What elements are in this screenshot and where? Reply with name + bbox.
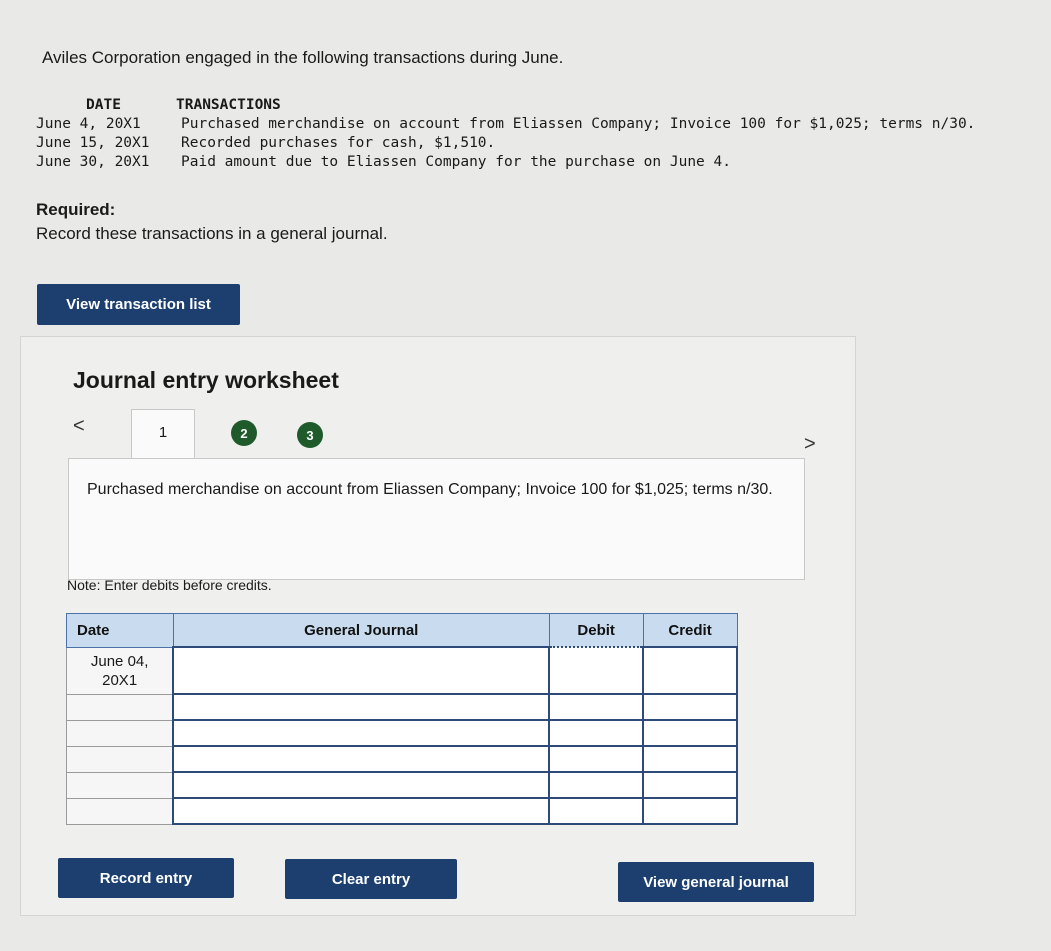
credit-input[interactable] xyxy=(642,745,738,773)
transaction-row: June 15, 20X1 Recorded purchases for cas… xyxy=(36,134,975,153)
debit-input[interactable] xyxy=(548,646,645,695)
account-input[interactable] xyxy=(172,745,551,773)
date-cell xyxy=(66,719,174,747)
date-cell xyxy=(66,745,174,773)
table-row: June 04, 20X1 xyxy=(66,646,738,695)
debit-input[interactable] xyxy=(548,771,645,799)
debit-input[interactable] xyxy=(548,745,645,773)
debit-input[interactable] xyxy=(548,797,645,825)
table-row xyxy=(66,745,738,773)
date-cell xyxy=(66,693,174,721)
tab-3[interactable]: 3 xyxy=(297,422,323,448)
credit-input[interactable] xyxy=(642,797,738,825)
transaction-date: June 4, 20X1 xyxy=(36,116,141,132)
intro-text: Aviles Corporation engaged in the follow… xyxy=(42,48,564,67)
required-label: Required: xyxy=(36,200,116,219)
transaction-list: DATE TRANSACTIONS June 4, 20X1 Purchased… xyxy=(36,96,975,172)
account-input[interactable] xyxy=(172,771,551,799)
journal-entry-worksheet: Journal entry worksheet < 1 2 3 > Purcha… xyxy=(20,336,856,916)
worksheet-title: Journal entry worksheet xyxy=(73,367,339,393)
transaction-description: Purchased merchandise on account from El… xyxy=(68,458,805,580)
credit-input[interactable] xyxy=(642,719,738,747)
required-text: Record these transactions in a general j… xyxy=(36,224,388,243)
transaction-header: DATE TRANSACTIONS xyxy=(36,96,975,115)
view-transaction-list-button[interactable]: View transaction list xyxy=(37,284,240,325)
tab-2[interactable]: 2 xyxy=(231,420,257,446)
date-cell xyxy=(66,771,174,799)
general-journal-table: Date General Journal Debit Credit June 0… xyxy=(66,613,738,825)
date-header: DATE xyxy=(86,97,121,113)
date-cell xyxy=(66,797,174,825)
transaction-date: June 15, 20X1 xyxy=(36,135,150,151)
entry-note: Note: Enter debits before credits. xyxy=(67,577,272,593)
transaction-text: Purchased merchandise on account from El… xyxy=(181,116,976,132)
account-column-header: General Journal xyxy=(172,613,550,648)
table-row xyxy=(66,771,738,799)
credit-column-header: Credit xyxy=(642,613,738,648)
transaction-date: June 30, 20X1 xyxy=(36,154,150,170)
debit-input[interactable] xyxy=(548,719,645,747)
credit-input[interactable] xyxy=(642,693,738,721)
account-input[interactable] xyxy=(172,693,551,721)
transaction-row: June 30, 20X1 Paid amount due to Eliasse… xyxy=(36,153,975,172)
account-input[interactable] xyxy=(172,719,551,747)
credit-input[interactable] xyxy=(642,646,738,695)
date-column-header: Date xyxy=(66,613,174,648)
table-row xyxy=(66,719,738,747)
entry-date: June 04, 20X1 xyxy=(66,646,174,695)
credit-input[interactable] xyxy=(642,771,738,799)
debit-column-header: Debit xyxy=(548,613,644,648)
chevron-right-icon[interactable]: > xyxy=(804,433,816,456)
table-header-row: Date General Journal Debit Credit xyxy=(66,613,738,648)
chevron-left-icon[interactable]: < xyxy=(73,415,85,438)
tab-1-label: 1 xyxy=(158,424,168,441)
record-entry-button[interactable]: Record entry xyxy=(58,858,234,898)
view-general-journal-button[interactable]: View general journal xyxy=(618,862,814,902)
debit-input[interactable] xyxy=(548,693,645,721)
transactions-header: TRANSACTIONS xyxy=(176,97,281,113)
account-input[interactable] xyxy=(172,646,551,695)
transaction-text: Recorded purchases for cash, $1,510. xyxy=(181,135,496,151)
transaction-text: Paid amount due to Eliassen Company for … xyxy=(181,154,731,170)
table-row xyxy=(66,693,738,721)
transaction-row: June 4, 20X1 Purchased merchandise on ac… xyxy=(36,115,975,134)
tab-1[interactable]: 1 xyxy=(131,409,195,459)
table-row xyxy=(66,797,738,825)
clear-entry-button[interactable]: Clear entry xyxy=(285,859,457,899)
account-input[interactable] xyxy=(172,797,551,825)
